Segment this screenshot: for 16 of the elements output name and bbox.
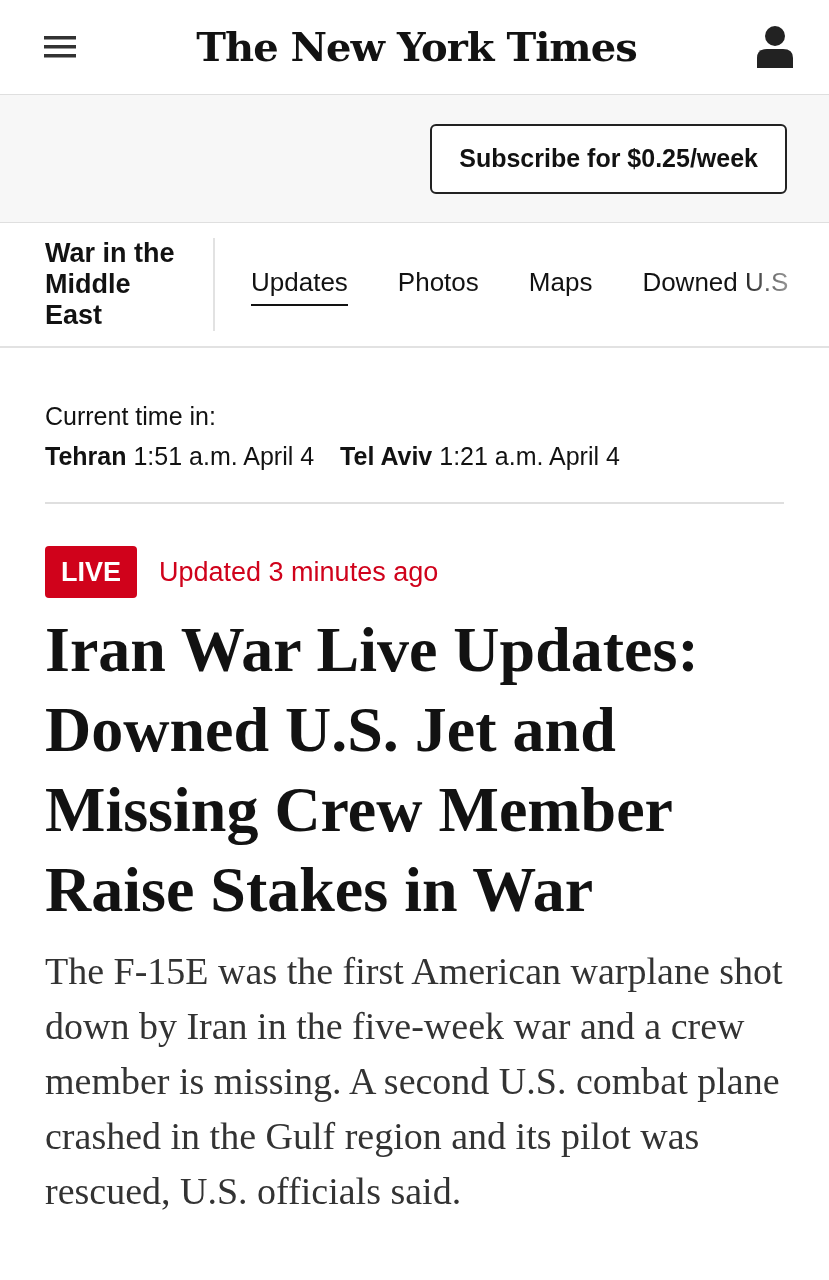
menu-icon[interactable]: [44, 35, 76, 59]
section-tab[interactable]: Photos: [397, 263, 479, 306]
headline: Iran War Live Updates: Downed U.S. Jet and Missing Crew Member Raise Stakes in War: [45, 613, 700, 927]
summary-text: The F-15E was the first American warplane shot down by Iran in the five-week war and a crew member is missing. A second U.S. combat plane crashed in the Gulf region and its pilot was rescued, U.S. officials said.: [45, 949, 784, 1214]
city-time: Tehran 1:51 a.m. April 4: [45, 441, 315, 472]
account-icon[interactable]: [757, 26, 793, 68]
live-badge: LIVE: [45, 546, 137, 598]
section-tab[interactable]: Updates: [251, 263, 348, 306]
clock-label: Current time in:: [45, 401, 217, 432]
section-tab[interactable]: Maps: [528, 263, 593, 306]
city-time: Tel Aviv 1:21 a.m. April 4: [340, 441, 620, 472]
site-logo[interactable]: The New York Times: [196, 17, 637, 77]
section-tab[interactable]: Downed U.S: [642, 263, 789, 306]
section-title[interactable]: War in the Middle East: [45, 238, 215, 331]
updated-time: Updated 3 minutes ago: [159, 555, 439, 589]
subscribe-button[interactable]: Subscribe for $0.25/week: [430, 123, 787, 194]
